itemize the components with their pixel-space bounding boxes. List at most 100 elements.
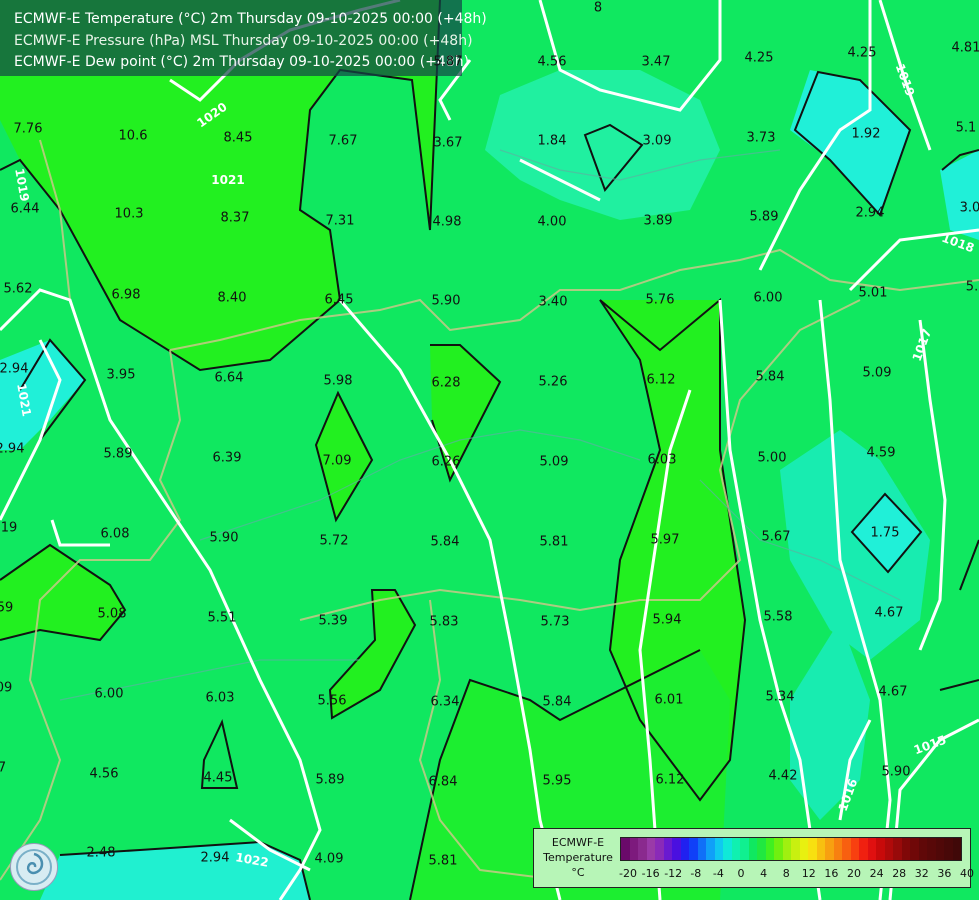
dewpoint-value: 5.51	[207, 610, 237, 626]
legend-swatch	[850, 838, 859, 860]
dewpoint-value: 6.12	[646, 372, 676, 388]
dewpoint-value: 6.98	[111, 287, 141, 303]
dewpoint-value: 3.0	[959, 200, 979, 216]
legend-tick-label: 16	[824, 867, 839, 880]
dewpoint-value: 5.89	[749, 209, 779, 225]
dewpoint-value: 1.92	[851, 126, 881, 142]
dewpoint-value: 5.01	[858, 285, 888, 301]
dewpoint-value: 7.09	[322, 453, 352, 469]
dewpoint-value: 5.81	[539, 534, 569, 550]
dewpoint-value: 5.90	[431, 293, 461, 309]
dewpoint-value: 4.98	[432, 214, 462, 230]
legend-swatch	[740, 838, 749, 860]
dewpoint-value: 5.34	[765, 689, 795, 705]
dewpoint-value: 09	[0, 680, 13, 696]
dewpoint-value: 5.62	[3, 281, 33, 297]
legend-swatch	[808, 838, 817, 860]
dewpoint-value: 7.31	[325, 213, 355, 229]
legend-swatch	[927, 838, 936, 860]
dewpoint-value: 4.25	[847, 45, 877, 61]
legend-swatch	[816, 838, 825, 860]
dewpoint-value: 5.58	[763, 609, 793, 625]
dewpoint-value: 6.44	[10, 201, 40, 217]
dewpoint-value: 59	[0, 600, 14, 616]
dewpoint-value: 1.75	[870, 525, 900, 541]
temperature-legend: ECMWF-E Temperature °C -20 -16 -12 -8 -4 0 4 8 1…	[533, 828, 974, 888]
dewpoint-value: 5.72	[319, 533, 349, 549]
isobar-label: 1021	[211, 173, 245, 187]
legend-swatch	[706, 838, 715, 860]
dewpoint-value: 5.95	[542, 773, 572, 789]
dewpoint-value: 5.84	[542, 694, 572, 710]
dewpoint-value: 5.09	[862, 365, 892, 381]
dewpoint-value: 4.45	[203, 770, 233, 786]
dewpoint-value: 8.45	[223, 130, 253, 146]
dewpoint-value: 4.25	[744, 50, 774, 66]
dewpoint-value: 19	[0, 520, 18, 536]
dewpoint-value: 7	[0, 760, 7, 776]
dewpoint-value: 7.67	[328, 133, 358, 149]
dewpoint-value: 5.73	[540, 614, 570, 630]
dewpoint-value: 3.73	[746, 130, 776, 146]
legend-tick-label: 0	[737, 867, 745, 880]
dewpoint-value: 2.94	[0, 361, 29, 377]
swirl-icon	[16, 849, 52, 885]
legend-swatch	[697, 838, 706, 860]
dewpoint-value: 5.1	[955, 120, 977, 136]
dewpoint-value: 4.09	[314, 851, 344, 867]
dewpoint-value: 6.01	[654, 692, 684, 708]
dewpoint-value: 6.12	[655, 772, 685, 788]
legend-tick-label: 36	[937, 867, 952, 880]
legend-swatch	[842, 838, 851, 860]
legend-tick-label: -8	[690, 867, 702, 880]
legend-swatch	[952, 838, 961, 860]
dewpoint-title: ECMWF-E Dew point (°C) 2m Thursday 09-10…	[14, 54, 470, 70]
dewpoint-value: 6.39	[212, 450, 242, 466]
legend-swatch	[884, 838, 893, 860]
dewpoint-value: 4.67	[874, 605, 904, 621]
dewpoint-value: 4.67	[878, 684, 908, 700]
legend-swatch	[867, 838, 876, 860]
dewpoint-value: 2.48	[86, 845, 116, 861]
legend-tick-label: 28	[892, 867, 907, 880]
dewpoint-value: 6.64	[214, 370, 244, 386]
dewpoint-value: 5.09	[539, 454, 569, 470]
dewpoint-value: 6.03	[205, 690, 235, 706]
dewpoint-value: 5.84	[430, 534, 460, 550]
dewpoint-value: 10.6	[118, 128, 148, 144]
legend-tick-label: 40	[960, 867, 974, 880]
legend-tick-label: 32	[914, 867, 929, 880]
legend-swatch	[621, 838, 630, 860]
legend-tick-label: 4	[760, 867, 768, 880]
dewpoint-value: 5.87	[433, 54, 463, 70]
dewpoint-value: 3.09	[642, 133, 672, 149]
provider-logo	[10, 843, 58, 891]
legend-swatch	[859, 838, 868, 860]
dewpoint-value: 2.94	[855, 205, 885, 221]
dewpoint-value: 5.39	[318, 613, 348, 629]
legend-swatch	[774, 838, 783, 860]
dewpoint-value: 4.56	[89, 766, 119, 782]
legend-color-bar	[620, 837, 962, 861]
temperature-title: ECMWF-E Temperature (°C) 2m Thursday 09-…	[14, 11, 487, 27]
dewpoint-value: 4.00	[537, 214, 567, 230]
legend-tick-label: 8	[782, 867, 790, 880]
dewpoint-value: 4.59	[866, 445, 896, 461]
legend-swatch	[765, 838, 774, 860]
dewpoint-value: 5.76	[645, 292, 675, 308]
legend-tick-label: 12	[801, 867, 816, 880]
dewpoint-value: 5.84	[755, 369, 785, 385]
legend-swatch	[782, 838, 791, 860]
weather-map: ECMWF-E Temperature (°C) 2m Thursday 09-…	[0, 0, 979, 900]
dewpoint-value: 3.47	[641, 54, 671, 70]
dewpoint-value: 1.84	[537, 133, 567, 149]
legend-swatch	[655, 838, 664, 860]
legend-swatch	[646, 838, 655, 860]
dewpoint-value: 2.94	[0, 441, 25, 457]
legend-swatch	[791, 838, 800, 860]
legend-swatch	[723, 838, 732, 860]
dewpoint-value: 6.00	[753, 290, 783, 306]
dewpoint-value: 5.90	[881, 764, 911, 780]
dewpoint-value: 5.97	[650, 532, 680, 548]
dewpoint-value: 6.26	[431, 454, 461, 470]
